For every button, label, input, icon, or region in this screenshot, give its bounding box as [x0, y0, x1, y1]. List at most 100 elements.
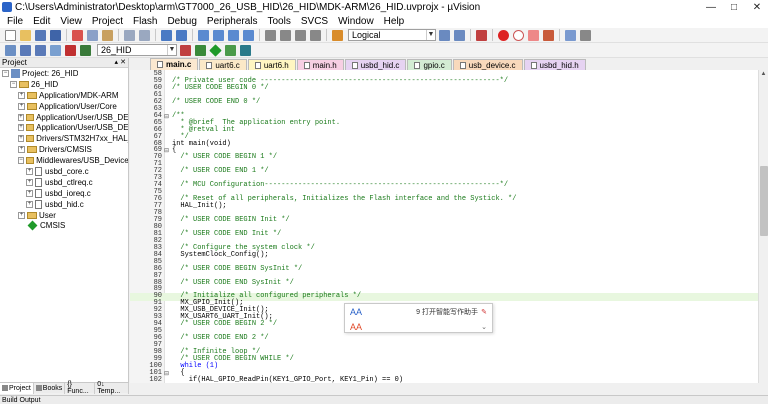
find-combo[interactable]: Logical ▼: [348, 29, 436, 41]
chevron-down-icon[interactable]: ▼: [167, 45, 176, 55]
menu-view[interactable]: View: [55, 16, 87, 27]
scrollbar-thumb[interactable]: [760, 166, 768, 236]
tree-item[interactable]: + User: [0, 210, 128, 221]
expand-icon[interactable]: +: [18, 124, 24, 132]
indent-icon[interactable]: [265, 29, 276, 41]
expand-icon[interactable]: +: [26, 167, 33, 175]
pack-installer-icon[interactable]: [240, 44, 251, 56]
menu-flash[interactable]: Flash: [128, 16, 162, 27]
save-icon[interactable]: [35, 29, 46, 41]
breakpoint-icon[interactable]: [498, 29, 509, 41]
tree-item[interactable]: CMSIS: [0, 220, 128, 231]
menu-project[interactable]: Project: [87, 16, 128, 27]
chevron-down-icon[interactable]: ▼: [426, 30, 435, 40]
expand-icon[interactable]: +: [18, 91, 25, 99]
menu-tools[interactable]: Tools: [263, 16, 296, 27]
expand-icon[interactable]: +: [26, 189, 33, 197]
expand-icon[interactable]: +: [26, 200, 33, 208]
code-line[interactable]: 102 if(HAL_GPIO_ReadPin(KEY1_GPIO_Port, …: [130, 376, 758, 383]
expand-icon[interactable]: +: [18, 211, 25, 219]
tree-item[interactable]: + Application/MDK-ARM: [0, 90, 128, 101]
run-to-cursor-icon[interactable]: [543, 29, 554, 41]
tree-item[interactable]: + usbd_ctlreq.c: [0, 177, 128, 188]
expand-icon[interactable]: +: [18, 113, 24, 121]
undo-icon[interactable]: [124, 29, 135, 41]
manage-rte-icon[interactable]: [209, 43, 222, 57]
cut-icon[interactable]: [72, 29, 83, 41]
expand-icon[interactable]: +: [18, 135, 24, 143]
tree-item[interactable]: + Drivers/CMSIS: [0, 144, 128, 155]
window-layout-icon[interactable]: [565, 29, 576, 41]
collapse-icon[interactable]: −: [2, 69, 9, 77]
tree-item[interactable]: + usbd_hid.c: [0, 199, 128, 210]
minimize-button[interactable]: —: [700, 0, 722, 14]
uncomment-icon[interactable]: [310, 29, 321, 41]
build-icon[interactable]: [20, 44, 31, 56]
tree-item[interactable]: + Application/User/Core: [0, 101, 128, 112]
close-panel-icon[interactable]: ✕: [120, 58, 126, 66]
translate-icon[interactable]: [5, 44, 16, 56]
redo-icon[interactable]: [139, 29, 150, 41]
expand-icon[interactable]: +: [18, 146, 25, 154]
new-file-icon[interactable]: [5, 29, 16, 41]
kill-breakpoints-icon[interactable]: [528, 29, 539, 41]
tab-main-c[interactable]: main.c: [150, 58, 199, 70]
copy-icon[interactable]: [87, 29, 98, 41]
select-packs-icon[interactable]: [225, 44, 236, 56]
next-bookmark-icon[interactable]: [228, 29, 239, 41]
configure-icon[interactable]: [580, 29, 591, 41]
debug-icon[interactable]: [476, 29, 487, 41]
scroll-up-icon[interactable]: ▲: [759, 70, 768, 79]
ime-writing-assistant-tip[interactable]: 9 打开智能写作助手: [416, 307, 478, 317]
tree-item[interactable]: + Application/User/USB_DEVICE/A: [0, 112, 128, 123]
comment-icon[interactable]: [295, 29, 306, 41]
menu-edit[interactable]: Edit: [28, 16, 55, 27]
tab-uart6-c[interactable]: uart6.c: [199, 59, 247, 70]
find-in-files-icon[interactable]: [332, 29, 343, 41]
expand-icon[interactable]: +: [26, 178, 33, 186]
vertical-scrollbar[interactable]: ▲: [758, 70, 768, 383]
tab-books[interactable]: Books: [34, 382, 66, 394]
stop-build-icon[interactable]: [65, 44, 76, 56]
close-button[interactable]: ✕: [746, 0, 768, 14]
file-extensions-icon[interactable]: [195, 44, 206, 56]
pin-icon[interactable]: ▴: [114, 58, 118, 66]
collapse-icon[interactable]: −: [10, 80, 17, 88]
nav-forward-icon[interactable]: [176, 29, 187, 41]
target-select[interactable]: 26_HID ▼: [97, 44, 177, 56]
menu-peripherals[interactable]: Peripherals: [202, 16, 263, 27]
prev-bookmark-icon[interactable]: [213, 29, 224, 41]
menu-debug[interactable]: Debug: [162, 16, 201, 27]
paste-icon[interactable]: [102, 29, 113, 41]
tab-usbd-hid-c[interactable]: usbd_hid.c: [344, 59, 407, 70]
ime-candidate-row[interactable]: AA ⌄: [345, 319, 492, 334]
tab-gpio-c[interactable]: gpio.c: [407, 59, 452, 70]
tab-templates[interactable]: 0↓ Temp...: [95, 381, 129, 395]
rebuild-icon[interactable]: [35, 44, 46, 56]
tree-item[interactable]: − Project: 26_HID: [0, 68, 128, 79]
tab-project[interactable]: Project: [0, 382, 34, 394]
maximize-button[interactable]: □: [723, 0, 745, 14]
tree-item[interactable]: + Application/User/USB_DEVICE/T: [0, 122, 128, 133]
incremental-find-icon[interactable]: [454, 29, 465, 41]
batch-build-icon[interactable]: [50, 44, 61, 56]
download-icon[interactable]: [80, 44, 91, 56]
tree-item[interactable]: + usbd_ioreq.c: [0, 188, 128, 199]
tree-item[interactable]: + Drivers/STM32H7xx_HAL_Driver: [0, 133, 128, 144]
menu-help[interactable]: Help: [379, 16, 410, 27]
expand-icon[interactable]: +: [18, 102, 25, 110]
tab-usb-device-c[interactable]: usb_device.c: [452, 59, 523, 70]
tree-item[interactable]: + usbd_core.c: [0, 166, 128, 177]
collapse-icon[interactable]: −: [18, 157, 24, 165]
tab-functions[interactable]: {} Func...: [65, 381, 96, 395]
disable-breakpoint-icon[interactable]: [513, 29, 524, 41]
tab-main-h[interactable]: main.h: [296, 59, 344, 70]
tab-usbd-hid-h[interactable]: usbd_hid.h: [523, 59, 586, 70]
ime-candidate-row[interactable]: AA 9 打开智能写作助手 ✎: [345, 304, 492, 319]
tab-uart6-h[interactable]: uart6.h: [247, 59, 296, 70]
tree-item[interactable]: − Middlewares/USB_Device_Librar: [0, 155, 128, 166]
code-editor[interactable]: 58 59/* Private user code ---------------…: [130, 70, 758, 383]
save-all-icon[interactable]: [50, 29, 61, 41]
unindent-icon[interactable]: [280, 29, 291, 41]
menu-svcs[interactable]: SVCS: [296, 16, 333, 27]
